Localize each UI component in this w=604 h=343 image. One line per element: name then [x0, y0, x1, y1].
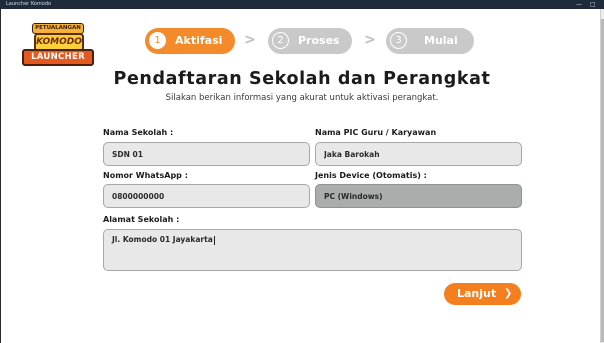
step-separator-icon: > [244, 32, 256, 48]
restore-button[interactable]: □ [590, 0, 596, 9]
step-label: Proses [298, 34, 340, 47]
whatsapp-label: Nomor WhatsApp : [103, 171, 188, 180]
device-type-field [315, 184, 522, 208]
pic-name-label: Nama PIC Guru / Karyawan [315, 128, 437, 137]
step-label: Mulai [424, 34, 458, 47]
window-title: Launcher Komodo [6, 1, 52, 7]
app-logo: PETUALANGAN KOMODO LAUNCHER [22, 23, 94, 68]
step-separator-icon: > [364, 32, 376, 48]
step-mulai: 3 Mulai [386, 28, 474, 54]
logo-line-3: LAUNCHER [22, 49, 94, 66]
address-textarea[interactable]: Jl. Komodo 01 Jayakarta [103, 229, 522, 271]
page-subtitle: Silakan berikan informasi yang akurat un… [165, 93, 439, 103]
step-number: 3 [390, 32, 407, 49]
next-button[interactable]: Lanjut ❯ [444, 283, 521, 305]
step-number: 2 [272, 32, 289, 49]
whatsapp-input[interactable] [103, 184, 310, 208]
window-titlebar: Launcher Komodo — □ [0, 0, 604, 9]
step-number: 1 [149, 32, 166, 49]
chevron-right-icon: ❯ [504, 288, 513, 299]
address-label: Alamat Sekolah : [103, 215, 180, 224]
minimize-button[interactable]: — [576, 0, 582, 9]
text-caret [213, 235, 215, 245]
step-proses: 2 Proses [268, 28, 352, 54]
address-text: Jl. Komodo 01 Jayakarta [112, 235, 213, 244]
window-left-border [0, 9, 1, 343]
page-title: Pendaftaran Sekolah dan Perangkat [113, 69, 491, 89]
school-name-input[interactable] [103, 142, 310, 166]
school-name-label: Nama Sekolah : [103, 128, 174, 137]
step-aktifasi: 1 Aktifasi [145, 28, 235, 54]
next-button-label: Lanjut [457, 287, 497, 300]
step-label: Aktifasi [175, 34, 223, 47]
pic-name-input[interactable] [315, 142, 522, 166]
device-type-label: Jenis Device (Otomatis) : [315, 171, 427, 180]
vertical-scrollbar[interactable] [600, 9, 604, 343]
